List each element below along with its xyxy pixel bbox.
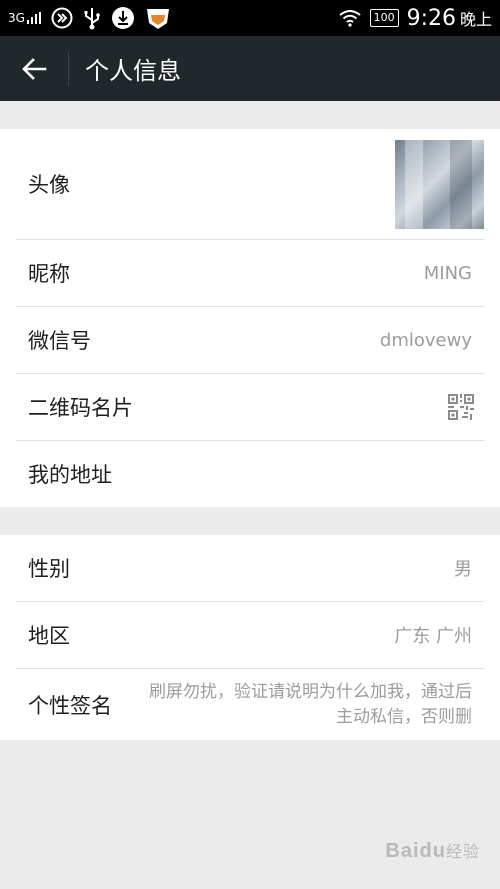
signature-label: 个性签名 — [28, 693, 112, 718]
signature-value: 刷屏勿扰，验证请说明为什么加我，通过后主动私信，否则删 — [149, 681, 472, 727]
nickname-row[interactable]: 昵称 MING — [16, 240, 484, 307]
app-shield-icon — [146, 9, 169, 29]
page-title: 个人信息 — [85, 57, 181, 85]
nickname-value: MING — [423, 262, 472, 284]
wechat-id-row[interactable]: 微信号 dmlovewy — [16, 307, 484, 374]
network-type: 3G — [8, 11, 25, 25]
watermark-suffix: 经验 — [445, 844, 480, 861]
battery-icon: 100 — [369, 9, 399, 27]
avatar-image — [395, 139, 484, 229]
fast-forward-circle-icon — [51, 7, 73, 29]
title-bar: 个人信息 — [0, 36, 500, 101]
arrow-left-icon — [22, 57, 47, 80]
nickname-label: 昵称 — [28, 262, 70, 286]
title-divider — [68, 51, 69, 86]
gender-label: 性别 — [28, 557, 70, 581]
signature-row[interactable]: 个性签名 刷屏勿扰，验证请说明为什么加我，通过后主动私信，否则删 — [16, 669, 484, 740]
wechat-id-label: 微信号 — [28, 329, 91, 353]
signal-bars-icon — [26, 12, 41, 24]
qr-code-icon — [448, 394, 474, 420]
gender-value: 男 — [454, 559, 472, 580]
qrcode-label: 二维码名片 — [28, 396, 133, 420]
status-bar: 3G 100 9:26 晚上 — [0, 0, 500, 36]
profile-section: 头像 昵称 MING 微信号 dmlovewy 二维码名片 我的地址 — [0, 129, 500, 507]
wifi-icon — [338, 10, 361, 27]
clock-period: 晚上 — [459, 10, 492, 29]
avatar-label: 头像 — [28, 173, 70, 197]
region-row[interactable]: 地区 广东 广州 — [16, 602, 484, 669]
wechat-id-value: dmlovewy — [379, 329, 472, 351]
signal-indicator: 3G — [8, 11, 41, 25]
clock-time: 9:26 — [406, 5, 456, 31]
region-label: 地区 — [28, 624, 70, 648]
download-circle-icon — [111, 7, 134, 29]
qrcode-row[interactable]: 二维码名片 — [16, 374, 484, 441]
avatar-row[interactable]: 头像 — [16, 129, 484, 240]
baidu-watermark: Baidu经验 — [385, 838, 480, 863]
details-section: 性别 男 地区 广东 广州 个性签名 刷屏勿扰，验证请说明为什么加我，通过后主动… — [0, 535, 500, 740]
usb-icon — [84, 8, 100, 30]
back-button[interactable] — [0, 36, 68, 101]
region-value: 广东 广州 — [394, 626, 472, 647]
address-row[interactable]: 我的地址 — [16, 441, 484, 507]
address-label: 我的地址 — [28, 463, 112, 487]
gender-row[interactable]: 性别 男 — [16, 535, 484, 602]
battery-level: 100 — [373, 11, 395, 24]
watermark-brand: Baidu — [385, 840, 446, 862]
